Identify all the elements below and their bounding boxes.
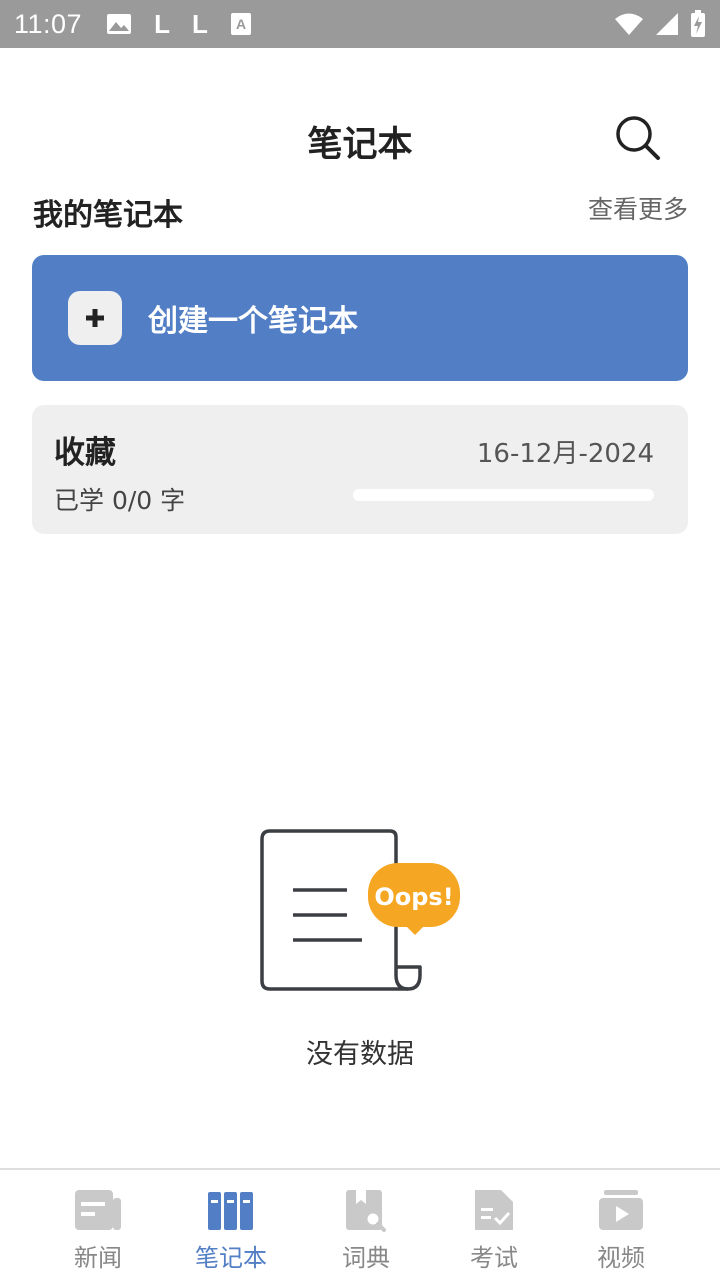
empty-state-text: 没有数据 bbox=[306, 1039, 414, 1070]
nav-item-news[interactable]: 新闻 bbox=[33, 1170, 163, 1280]
bottom-navigation: 新闻 笔记本 词典 考试 视频 bbox=[0, 1168, 720, 1280]
nav-label-video: 视频 bbox=[597, 1244, 645, 1272]
app-header: 笔记本 bbox=[0, 48, 720, 178]
status-left-icons: L L A bbox=[106, 11, 252, 37]
news-icon bbox=[75, 1190, 121, 1230]
notebook-icon bbox=[208, 1192, 253, 1230]
notebook-progress-text: 已学 0/0 字 bbox=[54, 486, 186, 515]
svg-text:Oops!: Oops! bbox=[374, 883, 453, 911]
see-more-link[interactable]: 查看更多 bbox=[588, 190, 688, 226]
nav-label-dictionary: 词典 bbox=[342, 1244, 390, 1272]
notebook-date: 16-12月-2024 bbox=[476, 439, 654, 469]
nav-item-video[interactable]: 视频 bbox=[556, 1170, 686, 1280]
battery-icon bbox=[691, 10, 705, 37]
svg-text:A: A bbox=[236, 16, 246, 32]
status-bar: 11:07 L L A bbox=[0, 0, 720, 48]
image-icon bbox=[107, 14, 132, 34]
nav-label-exam: 考试 bbox=[470, 1244, 518, 1272]
create-notebook-button[interactable]: 创建一个笔记本 bbox=[32, 255, 688, 381]
dictionary-icon bbox=[346, 1190, 386, 1232]
exam-icon bbox=[475, 1190, 513, 1230]
status-right-icons bbox=[614, 10, 706, 38]
notebook-progress-bar bbox=[353, 489, 654, 501]
my-notebooks-title: 我的笔记本 bbox=[33, 198, 183, 233]
nav-label-news: 新闻 bbox=[74, 1244, 122, 1272]
signal-icon bbox=[656, 13, 678, 35]
nav-item-exam[interactable]: 考试 bbox=[429, 1170, 559, 1280]
plus-icon bbox=[68, 291, 122, 345]
status-time: 11:07 bbox=[14, 8, 83, 39]
nav-item-notebook[interactable]: 笔记本 bbox=[166, 1170, 296, 1280]
notebook-card[interactable]: 收藏 16-12月-2024 已学 0/0 字 bbox=[32, 405, 688, 534]
search-icon bbox=[616, 116, 660, 160]
search-button[interactable] bbox=[612, 112, 664, 164]
document-oops-icon: Oops! bbox=[260, 829, 460, 991]
wifi-icon bbox=[615, 13, 643, 35]
oops-badge: Oops! bbox=[368, 863, 460, 935]
empty-state-illustration: Oops! bbox=[255, 825, 465, 1000]
l-icon: L bbox=[154, 9, 170, 39]
video-icon bbox=[599, 1190, 643, 1230]
a-icon: A bbox=[230, 13, 251, 35]
notebook-name: 收藏 bbox=[54, 435, 116, 471]
create-notebook-label: 创建一个笔记本 bbox=[148, 304, 358, 339]
nav-label-notebook: 笔记本 bbox=[195, 1244, 267, 1272]
nav-item-dictionary[interactable]: 词典 bbox=[301, 1170, 431, 1280]
l-icon: L bbox=[191, 9, 208, 39]
